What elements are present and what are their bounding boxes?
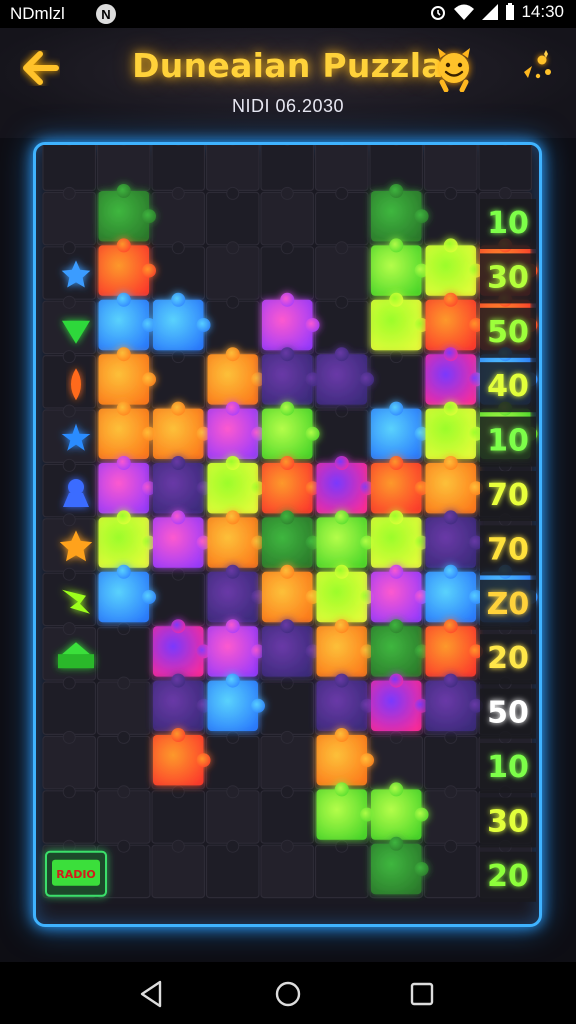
puzzle-piece[interactable] — [425, 510, 484, 568]
puzzle-piece[interactable] — [425, 292, 484, 351]
puzzle-piece[interactable] — [207, 619, 266, 677]
puzzle-piece[interactable] — [425, 238, 484, 296]
puzzle-piece[interactable] — [98, 347, 157, 405]
puzzle-piece[interactable] — [316, 564, 375, 623]
row-score: 40 — [487, 369, 529, 404]
puzzle-piece[interactable] — [262, 401, 320, 459]
row-score: Z0 — [487, 587, 530, 622]
nav-recent-icon — [410, 982, 434, 1006]
puzzle-piece[interactable] — [425, 401, 484, 459]
row-score: 10 — [487, 750, 529, 785]
row-score: 20 — [487, 641, 529, 676]
puzzle-piece[interactable] — [98, 238, 157, 296]
puzzle-piece[interactable] — [371, 456, 429, 514]
puzzle-piece[interactable] — [425, 673, 484, 731]
puzzle-piece[interactable] — [371, 564, 429, 623]
alarm-icon — [431, 6, 446, 20]
nav-recent-button[interactable] — [406, 978, 438, 1010]
puzzle-piece[interactable] — [153, 292, 211, 351]
page-subtitle: NIDI 06.2030 — [231, 96, 345, 116]
green-badge-icon: RADIO — [45, 850, 107, 897]
notification-badge: N — [96, 4, 116, 24]
mascot-button[interactable] — [432, 44, 476, 93]
puzzle-piece[interactable] — [98, 401, 157, 459]
nav-back-icon — [140, 980, 162, 1008]
back-button[interactable] — [20, 50, 60, 86]
puzzle-piece[interactable] — [371, 401, 429, 459]
puzzle-piece[interactable] — [98, 292, 157, 351]
sparkle-icon — [524, 50, 551, 79]
puzzle-piece[interactable] — [153, 619, 211, 677]
signal-icon — [482, 4, 499, 20]
puzzle-piece[interactable] — [316, 510, 375, 568]
puzzle-piece[interactable] — [425, 564, 484, 623]
puzzle-piece[interactable] — [371, 836, 429, 895]
puzzle-piece[interactable] — [98, 564, 157, 623]
system-nav-bar — [0, 962, 576, 1024]
row-score: 30 — [487, 804, 529, 839]
puzzle-piece[interactable] — [262, 564, 320, 623]
battery-icon — [506, 3, 515, 20]
puzzle-piece[interactable] — [371, 238, 429, 296]
puzzle-piece[interactable] — [262, 292, 320, 351]
puzzle-board: RADIO 10 30 50 40 10 70 70 Z0 20 50 10 30 20 — [33, 142, 542, 927]
nav-back-button[interactable] — [136, 978, 168, 1010]
status-icons: 14:30 — [429, 2, 564, 22]
row-score: 70 — [487, 532, 529, 567]
puzzle-piece[interactable] — [371, 510, 429, 568]
puzzle-piece[interactable] — [371, 292, 429, 351]
wifi-icon — [454, 4, 475, 20]
puzzle-piece[interactable] — [98, 456, 157, 514]
nav-home-icon — [275, 981, 301, 1007]
puzzle-piece[interactable] — [316, 347, 375, 405]
puzzle-piece[interactable] — [207, 510, 266, 568]
status-time: 14:30 — [521, 2, 564, 21]
puzzle-grid: RADIO 10 30 50 40 10 70 70 Z0 20 50 10 30 20 — [42, 145, 538, 902]
nav-home-button[interactable] — [272, 978, 304, 1010]
puzzle-piece[interactable] — [371, 782, 429, 840]
puzzle-piece[interactable] — [98, 184, 157, 242]
puzzle-piece[interactable] — [207, 456, 266, 514]
puzzle-piece[interactable] — [153, 510, 211, 568]
row-score: 50 — [487, 696, 529, 731]
badge-text: RADIO — [56, 868, 96, 881]
puzzle-piece[interactable] — [153, 456, 211, 514]
puzzle-piece[interactable] — [316, 619, 375, 677]
puzzle-piece[interactable] — [153, 728, 211, 786]
puzzle-piece[interactable] — [207, 564, 266, 623]
row-score: 10 — [487, 424, 529, 459]
row-score: 10 — [487, 206, 529, 241]
row-score: 20 — [487, 859, 529, 894]
puzzle-piece[interactable] — [153, 401, 211, 459]
puzzle-piece[interactable] — [262, 510, 320, 568]
arrow-left-icon — [23, 51, 59, 85]
puzzle-piece[interactable] — [316, 673, 375, 731]
puzzle-piece[interactable] — [316, 456, 375, 514]
puzzle-piece[interactable] — [207, 673, 266, 731]
header: Duneaian Puzzla NIDI 06.2030 — [0, 28, 576, 138]
puzzle-piece[interactable] — [371, 184, 429, 242]
puzzle-piece[interactable] — [316, 782, 375, 840]
smiley-mascot-icon — [438, 48, 470, 93]
puzzle-piece[interactable] — [153, 673, 211, 731]
puzzle-piece[interactable] — [207, 401, 266, 459]
row-score: 50 — [487, 315, 529, 350]
puzzle-piece[interactable] — [425, 347, 484, 405]
status-bar: NDmlzl N 14:30 — [0, 0, 576, 28]
row-score: 70 — [487, 478, 529, 513]
puzzle-piece[interactable] — [371, 619, 429, 677]
puzzle-piece[interactable] — [262, 619, 320, 677]
puzzle-piece[interactable] — [262, 456, 320, 514]
puzzle-piece[interactable] — [425, 456, 484, 514]
puzzle-piece[interactable] — [425, 619, 484, 677]
row-score: 30 — [487, 260, 529, 295]
puzzle-piece[interactable] — [207, 347, 266, 405]
puzzle-piece[interactable] — [316, 728, 375, 786]
puzzle-piece[interactable] — [371, 673, 429, 731]
carrier-name: NDmlzl — [10, 4, 65, 23]
puzzle-piece[interactable] — [262, 347, 320, 405]
puzzle-piece[interactable] — [98, 510, 157, 568]
sparkle-button[interactable] — [512, 44, 556, 88]
